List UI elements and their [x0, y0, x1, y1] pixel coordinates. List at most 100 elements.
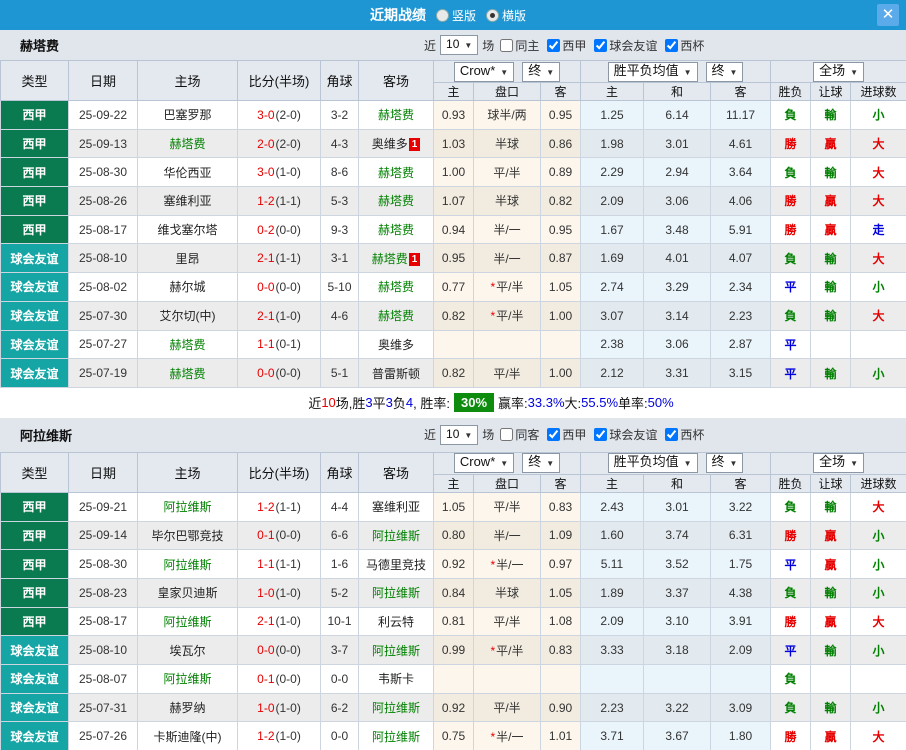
final-odds-select[interactable]: 终 ▼ — [705, 61, 744, 82]
filters-bar: 近 10 ▼ 场 同主 西甲 球会友谊 西杯 — [424, 35, 706, 55]
result-goals — [850, 664, 906, 694]
match-row: 西甲 25-09-21 阿拉维斯 1-2(1-1) 4-4 塞维利亚 1.05 平/半 0.83… — [0, 491, 906, 522]
eu-away-odds: 4.38 — [709, 577, 772, 608]
ah-home-odds — [433, 664, 474, 694]
filters-bar: 近 10 ▼ 场 同客 西甲 球会友谊 西杯 — [424, 424, 706, 445]
final-odds-select[interactable]: 终 ▼ — [522, 453, 561, 474]
ah-away-odds: 0.95 — [540, 214, 581, 245]
home-team-cell: 阿拉维斯 — [137, 606, 238, 637]
team-section-header: 赫塔费 近 10 ▼ 场 同主 西甲 球会友谊 西杯 — [0, 30, 906, 60]
result-wdl: 平 — [770, 358, 812, 388]
match-row: 西甲 25-09-14 毕尔巴鄂竞技 0-1(0-0) 6-6 阿拉维斯 0.80 半/一 1.… — [0, 520, 906, 551]
score-cell: 1-2(1-1) — [237, 491, 321, 522]
matches-count-select[interactable]: 10 ▼ — [440, 35, 479, 55]
league-filter[interactable]: 西杯 — [659, 426, 704, 443]
eu-away-odds: 6.31 — [709, 520, 772, 551]
result-handicap: 贏 — [810, 721, 852, 750]
league-filter-checkbox[interactable] — [594, 38, 608, 52]
result-wdl: 勝 — [770, 186, 812, 216]
final-odds-select[interactable]: 终 ▼ — [705, 453, 744, 474]
league-filter[interactable]: 球会友谊 — [588, 37, 657, 54]
summary-text: 单率: — [618, 396, 648, 412]
final-odds-select[interactable]: 终 ▼ — [522, 61, 561, 82]
same-venue-filter[interactable]: 同主 — [494, 37, 539, 54]
ah-away-odds — [540, 664, 581, 694]
full-match-select[interactable]: 全场 ▼ — [813, 453, 865, 474]
league-filter-label: 西甲 — [562, 428, 587, 443]
eu-home-odds: 2.09 — [580, 606, 644, 637]
wdl-average-select[interactable]: 胜平负均值 ▼ — [607, 61, 698, 82]
ah-away-odds: 0.97 — [540, 549, 581, 579]
result-wdl: 勝 — [770, 214, 812, 245]
col-res-handicap: 让球 — [810, 473, 852, 493]
corner-cell: 5-2 — [320, 577, 359, 608]
match-row: 球会友谊 25-07-30 艾尔切(中) 2-1(1-0) 4-6 赫塔费 0.82 *平/半… — [0, 300, 906, 331]
result-handicap: 輸 — [810, 577, 852, 608]
result-wdl: 負 — [770, 664, 812, 694]
match-row: 球会友谊 25-08-02 赫尔城 0-0(0-0) 5-10 赫塔费 0.77 *平/半 1.… — [0, 272, 906, 302]
col-date: 日期 — [68, 60, 138, 101]
league-filter-checkbox[interactable] — [665, 38, 679, 52]
ah-away-odds: 1.05 — [540, 577, 581, 608]
league-filter[interactable]: 西杯 — [659, 37, 704, 54]
eu-away-odds: 3.15 — [709, 358, 772, 388]
ah-line: *半/一 — [473, 549, 541, 579]
handicap-select-group: Crow* ▼ 终 ▼ — [433, 451, 581, 475]
result-wdl: 勝 — [770, 606, 812, 637]
same-venue-filter-checkbox[interactable] — [500, 38, 514, 52]
col-eu-away: 客 — [709, 82, 772, 101]
matches-label: 场 — [482, 428, 495, 443]
league-filter-checkbox[interactable] — [594, 428, 608, 442]
ah-home-odds: 0.84 — [433, 577, 474, 608]
ah-home-odds: 1.03 — [433, 128, 474, 159]
league-filter[interactable]: 西甲 — [541, 37, 586, 54]
eu-away-odds: 2.09 — [709, 635, 772, 665]
league-filter-checkbox[interactable] — [547, 38, 561, 52]
match-type-cell: 西甲 — [0, 606, 69, 637]
league-filter[interactable]: 球会友谊 — [588, 426, 657, 443]
ah-away-odds: 1.05 — [540, 272, 581, 302]
home-team-cell: 阿拉维斯 — [137, 549, 238, 579]
wdl-average-select[interactable]: 胜平负均值 ▼ — [607, 453, 698, 474]
bookmaker-select[interactable]: Crow* ▼ — [453, 453, 515, 474]
layout-radio-horizontal[interactable]: 横版 — [486, 7, 526, 24]
near-label: 近 — [424, 428, 437, 443]
result-goals: 小 — [850, 272, 906, 302]
match-date-cell: 25-08-10 — [68, 243, 138, 274]
eu-draw-odds: 3.06 — [643, 329, 711, 360]
same-venue-filter-checkbox[interactable] — [500, 428, 514, 442]
full-match-select[interactable]: 全场 ▼ — [813, 61, 865, 82]
result-goals: 大 — [850, 157, 906, 188]
radio-selected-icon[interactable] — [486, 8, 499, 22]
col-eu-home: 主 — [580, 82, 644, 101]
score-cell: 2-1(1-0) — [237, 300, 321, 331]
matches-table-away: 类型 日期 主场 比分(半场) 角球 客场 Crow* ▼ 终 ▼ 胜平负均值 ▼ 终 ▼ … — [0, 451, 906, 750]
ah-away-odds: 0.95 — [540, 100, 581, 130]
same-venue-filter[interactable]: 同客 — [494, 426, 539, 443]
col-ah-home: 主 — [433, 473, 474, 493]
league-filter-checkbox[interactable] — [665, 428, 679, 442]
matches-count-select[interactable]: 10 ▼ — [440, 424, 479, 445]
result-handicap: 輸 — [810, 635, 852, 665]
away-team-cell: 奥维多 — [358, 329, 434, 360]
radio-unselected-icon[interactable] — [435, 8, 449, 22]
corner-cell: 1-6 — [320, 549, 359, 579]
away-team-cell: 奥维多 1 — [358, 128, 434, 159]
ah-away-odds: 1.00 — [540, 358, 581, 388]
league-filter[interactable]: 西甲 — [541, 426, 586, 443]
layout-radio-vertical[interactable]: 竖版 — [435, 7, 476, 24]
eu-away-odds: 2.34 — [709, 272, 772, 302]
match-type-cell: 西甲 — [0, 157, 69, 188]
ah-home-odds: 0.77 — [433, 272, 474, 302]
home-team-cell: 阿拉维斯 — [137, 664, 238, 694]
eu-draw-odds: 2.94 — [643, 157, 711, 188]
league-filter-checkbox[interactable] — [547, 428, 561, 442]
ah-line: 半球 — [473, 577, 541, 608]
score-cell: 0-0(0-0) — [237, 635, 321, 665]
result-goals: 大 — [850, 721, 906, 750]
bookmaker-select[interactable]: Crow* ▼ — [453, 61, 515, 82]
league-filter-label: 西杯 — [680, 38, 705, 53]
corner-cell: 0-0 — [320, 664, 359, 694]
col-eu-home: 主 — [580, 473, 644, 493]
close-icon[interactable]: ✕ — [877, 4, 899, 26]
